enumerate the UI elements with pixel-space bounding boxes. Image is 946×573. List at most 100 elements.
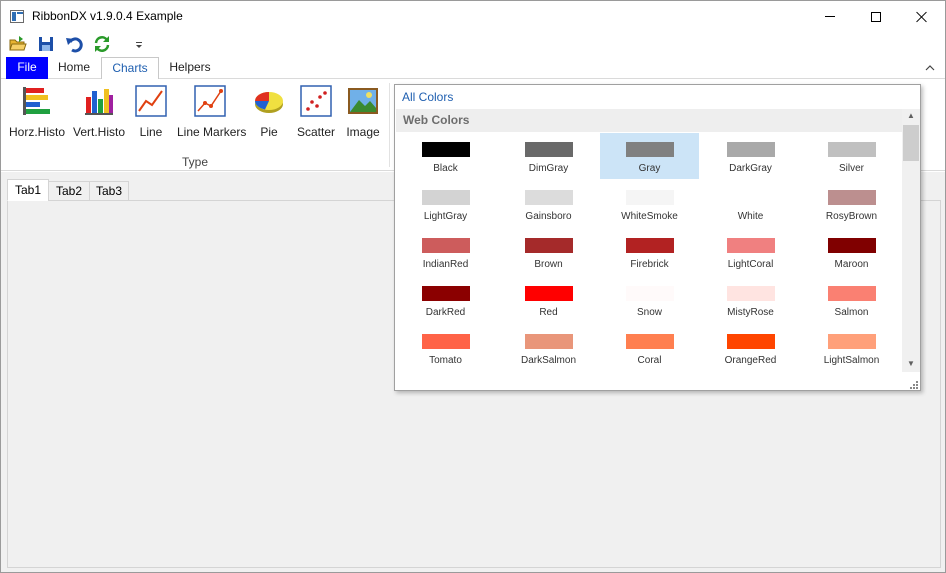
line-markers-label: Line Markers	[177, 125, 247, 139]
color-name-label: WhiteSmoke	[621, 211, 678, 222]
color-swatch-item[interactable]: DarkSalmon	[499, 325, 598, 371]
color-swatch	[827, 190, 876, 205]
color-swatch	[524, 190, 573, 205]
chevron-up-icon	[925, 65, 935, 71]
customize-qat-button[interactable]	[129, 34, 149, 54]
color-swatch-item[interactable]: Gray	[600, 133, 699, 179]
quick-access-toolbar	[1, 32, 945, 56]
color-name-label: White	[737, 211, 764, 222]
pie-chart-icon	[255, 92, 283, 113]
color-swatch-item[interactable]: IndianRed	[396, 229, 495, 275]
all-colors-link[interactable]: All Colors	[402, 90, 453, 104]
save-button[interactable]	[36, 34, 56, 54]
title-bar: RibbonDX v1.9.0.4 Example	[1, 1, 945, 32]
tab-helpers[interactable]: Helpers	[161, 57, 219, 79]
color-name-label: Tomato	[429, 355, 462, 366]
scroll-up-icon[interactable]: ▲	[906, 112, 916, 120]
ribbon-tab-bar: File Home Charts Helpers	[1, 56, 945, 80]
color-name-label: LightCoral	[727, 259, 774, 270]
color-swatch-item[interactable]: Firebrick	[600, 229, 699, 275]
vert-histo-button[interactable]: Vert.Histo	[71, 85, 127, 145]
color-name-label: DarkGray	[729, 163, 772, 174]
image-label: Image	[346, 125, 380, 139]
vert-histo-label: Vert.Histo	[72, 125, 126, 139]
color-swatch-item[interactable]: Gainsboro	[499, 181, 598, 227]
vertical-histogram-icon	[85, 89, 113, 115]
color-swatch-item[interactable]: LightGray	[396, 181, 495, 227]
color-swatch-item[interactable]: Salmon	[802, 277, 901, 323]
minimize-icon	[825, 16, 835, 17]
app-icon[interactable]	[10, 10, 24, 23]
close-button[interactable]	[899, 1, 945, 32]
scrollbar-thumb[interactable]	[903, 125, 919, 161]
maximize-button[interactable]	[853, 1, 899, 32]
doc-tab-1[interactable]: Tab1	[7, 179, 49, 201]
undo-button[interactable]	[64, 34, 84, 54]
color-gallery-popup: All Colors Web Colors Black DimGray Gray Da…	[394, 84, 921, 391]
color-swatch-item[interactable]: Brown	[499, 229, 598, 275]
line-markers-button[interactable]: Line Markers	[177, 85, 247, 145]
open-folder-icon	[9, 36, 27, 51]
collapse-ribbon-button[interactable]	[922, 61, 938, 75]
color-swatch	[827, 238, 876, 253]
color-swatch-item[interactable]: RosyBrown	[802, 181, 901, 227]
doc-tab-3[interactable]: Tab3	[89, 181, 129, 201]
color-swatch	[524, 142, 573, 157]
color-swatch	[726, 238, 775, 253]
scatter-chart-icon	[300, 85, 332, 117]
refresh-button[interactable]	[92, 34, 112, 54]
color-swatch-item[interactable]: Silver	[802, 133, 901, 179]
color-swatch-item[interactable]: DimGray	[499, 133, 598, 179]
undo-icon	[66, 37, 83, 53]
open-button[interactable]	[8, 34, 28, 54]
minimize-button[interactable]	[807, 1, 853, 32]
color-swatch-item[interactable]: Black	[396, 133, 495, 179]
color-swatch-item[interactable]: OrangeRed	[701, 325, 800, 371]
color-swatch-item[interactable]: DarkGray	[701, 133, 800, 179]
color-name-label: Coral	[637, 355, 662, 366]
color-name-label: Gainsboro	[525, 211, 572, 222]
color-grid: Black DimGray Gray DarkGray Silver LightGray G…	[395, 132, 902, 388]
color-swatch-item[interactable]: LightSalmon	[802, 325, 901, 371]
color-swatch-item[interactable]: Maroon	[802, 229, 901, 275]
doc-tab-2[interactable]: Tab2	[48, 181, 90, 201]
horz-histo-button[interactable]: Horz.Histo	[9, 85, 65, 145]
app-window: RibbonDX v1.9.0.4 Example File Home Char…	[0, 0, 946, 573]
color-swatch-item[interactable]: WhiteSmoke	[600, 181, 699, 227]
color-name-label: Gray	[638, 163, 661, 174]
resize-grip-icon[interactable]	[907, 379, 919, 389]
color-swatch	[625, 238, 674, 253]
color-swatch	[421, 286, 470, 301]
save-icon	[39, 37, 53, 51]
color-name-label: DarkRed	[425, 307, 466, 318]
color-swatch-item[interactable]: Tomato	[396, 325, 495, 371]
scatter-button[interactable]: Scatter	[297, 85, 335, 145]
tab-home[interactable]: Home	[51, 57, 97, 79]
color-swatch-item[interactable]: LightCoral	[701, 229, 800, 275]
color-name-label: RosyBrown	[825, 211, 878, 222]
vertical-scrollbar[interactable]: ▲ ▼	[902, 109, 920, 372]
color-name-label: Maroon	[834, 259, 869, 270]
color-name-label: Black	[433, 163, 458, 174]
color-swatch	[726, 334, 775, 349]
color-swatch-item[interactable]: Red	[499, 277, 598, 323]
line-button[interactable]: Line	[135, 85, 167, 145]
close-icon	[916, 11, 928, 23]
image-button[interactable]: Image	[345, 85, 381, 145]
pie-button[interactable]: Pie	[251, 85, 287, 145]
web-colors-header: Web Colors	[396, 109, 902, 132]
color-swatch	[421, 190, 470, 205]
color-swatch-item[interactable]: DarkRed	[396, 277, 495, 323]
color-swatch-item[interactable]: White	[701, 181, 800, 227]
color-swatch-item[interactable]: Coral	[600, 325, 699, 371]
color-name-label: Silver	[838, 163, 864, 174]
color-swatch-item[interactable]: Snow	[600, 277, 699, 323]
color-name-label: MistyRose	[727, 307, 774, 318]
customize-dropdown-icon	[136, 42, 142, 48]
tab-charts[interactable]: Charts	[101, 57, 159, 80]
color-swatch-item[interactable]: MistyRose	[701, 277, 800, 323]
scroll-down-icon[interactable]: ▼	[906, 360, 916, 368]
color-name-label: Snow	[636, 307, 662, 318]
tab-file[interactable]: File	[6, 57, 48, 79]
color-name-label: Salmon	[834, 307, 869, 318]
